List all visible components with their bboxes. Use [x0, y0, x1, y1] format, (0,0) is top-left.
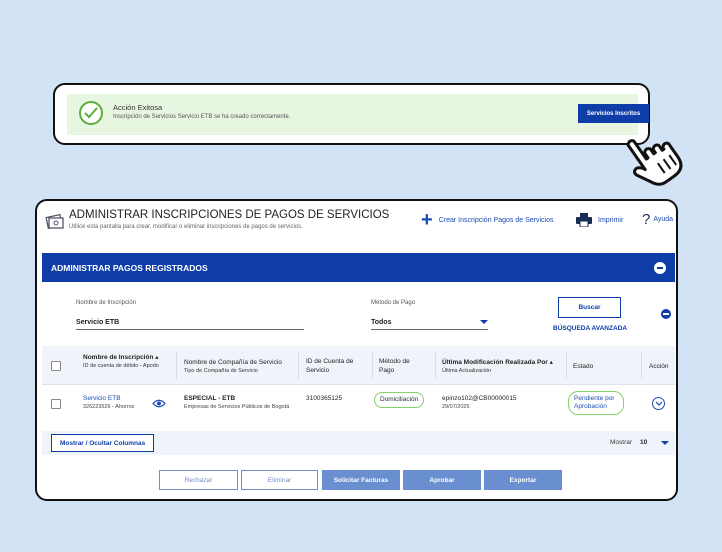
table-footer: Mostrar / Ocultar Columnas Mostrar 10: [42, 431, 675, 455]
servicios-inscritos-button[interactable]: Servicios Inscritos: [578, 104, 649, 123]
check-circle-icon: [79, 101, 103, 125]
section-title: ADMINISTRAR PAGOS REGISTRADOS: [51, 262, 208, 273]
col-header-name[interactable]: Nombre de Inscripción ▴ ID de cuenta de …: [83, 353, 175, 371]
help-label: Ayuda: [653, 216, 674, 223]
bill-stack-icon: [45, 213, 64, 230]
col-separator: [372, 352, 373, 379]
table-header: Nombre de Inscripción ▴ ID de cuenta de …: [42, 346, 675, 385]
filter-panel: Nombre de Inscripción Servicio ETB Métod…: [42, 282, 675, 346]
col-separator: [641, 352, 642, 379]
method-filter-underline: [371, 329, 488, 330]
success-banner: Acción Exitosa Inscripción de Servicios …: [67, 94, 649, 135]
eye-icon[interactable]: [152, 399, 166, 408]
col-header-modified-sub: Última Actualización: [442, 368, 492, 374]
banner-message: Inscripción de Servicios Servicio ETB se…: [113, 114, 291, 120]
col-header-method[interactable]: Método de Pago: [379, 357, 419, 375]
row-status-badge: Pendiente por Aprobación: [568, 391, 624, 415]
page-size-label: Mostrar: [610, 439, 633, 446]
chevron-down-icon[interactable]: [661, 441, 669, 445]
col-separator: [176, 352, 177, 379]
banner-title: Acción Exitosa: [113, 103, 163, 112]
approve-button[interactable]: Aprobar: [403, 470, 481, 490]
col-header-company-sub: Tipo de Compañía de Servicio: [184, 368, 258, 374]
col-header-name-label: Nombre de Inscripción: [83, 354, 154, 361]
advanced-search-link[interactable]: BÚSQUEDA AVANZADA: [553, 325, 627, 332]
name-filter-input[interactable]: Servicio ETB: [76, 319, 119, 326]
select-all-checkbox[interactable]: [51, 361, 61, 371]
page-title: ADMINISTRAR INSCRIPCIONES DE PAGOS DE SE…: [69, 209, 390, 221]
chevron-down-icon[interactable]: [480, 320, 488, 324]
reject-button[interactable]: Rechazar: [159, 470, 238, 490]
page-size-select[interactable]: 10: [640, 439, 647, 446]
hand-pointer-icon: [626, 139, 683, 186]
row-debit-account: 326223526 - Ahorros: [83, 404, 135, 410]
row-method-badge: Domiciliación: [374, 392, 425, 408]
col-header-company[interactable]: Nombre de Compañía de Servicio Tipo de C…: [184, 358, 296, 376]
section-header: ADMINISTRAR PAGOS REGISTRADOS: [42, 253, 675, 282]
row-modified-cell: epinzo102@CB00000015 29/07/2025: [442, 395, 517, 411]
main-card: ADMINISTRAR INSCRIPCIONES DE PAGOS DE SE…: [35, 199, 678, 501]
method-filter-label: Método de Pago: [371, 300, 416, 306]
create-inscription-link[interactable]: + Crear Inscripción Pagos de Servicios: [421, 209, 554, 231]
row-checkbox[interactable]: [51, 399, 61, 409]
print-link[interactable]: Imprimir: [576, 213, 623, 227]
row-company: ESPECIAL - ETB: [184, 395, 236, 402]
name-filter-underline: [76, 329, 304, 330]
search-button[interactable]: Buscar: [558, 297, 621, 318]
table-row: Servicio ETB 326223526 - Ahorros ESPECIA…: [42, 385, 675, 431]
col-header-action: Acción: [649, 363, 669, 370]
plus-icon: +: [421, 209, 433, 231]
printer-icon: [576, 213, 592, 227]
col-header-account[interactable]: ID de Cuenta de Servicio: [306, 357, 366, 375]
page-subtitle: Utilice esta pantalla para crear, modifi…: [69, 224, 303, 230]
request-invoices-button[interactable]: Solicitar Facturas: [322, 470, 400, 490]
collapse-filters-icon[interactable]: [661, 309, 671, 319]
toggle-columns-button[interactable]: Mostrar / Ocultar Columnas: [51, 434, 155, 452]
name-filter-label: Nombre de Inscripción: [76, 300, 137, 306]
col-header-modified-label: Última Modificación Realizada Por: [442, 359, 548, 366]
collapse-section-icon[interactable]: [654, 262, 666, 274]
row-company-type: Empresas de Servicios Públicos de Bogotá: [184, 404, 290, 410]
col-separator: [298, 352, 299, 379]
row-name-link[interactable]: Servicio ETB: [83, 395, 121, 402]
question-icon: ?: [642, 211, 651, 228]
method-filter-select[interactable]: Todos: [371, 319, 391, 326]
row-name-cell: Servicio ETB 326223526 - Ahorros: [83, 395, 134, 411]
col-header-name-sub: ID de cuenta de débito - Apodo: [83, 363, 159, 369]
col-header-modified[interactable]: Última Modificación Realizada Por ▴ Últi…: [442, 358, 562, 376]
col-header-company-label: Nombre de Compañía de Servicio: [184, 359, 282, 366]
help-link[interactable]: ? Ayuda: [642, 211, 673, 228]
row-modified-date: 29/07/2025: [442, 404, 470, 410]
row-account-id: 3100365125: [306, 395, 343, 402]
col-header-status[interactable]: Estado: [573, 362, 593, 371]
export-button[interactable]: Exportar: [484, 470, 562, 490]
col-separator: [566, 352, 567, 379]
delete-button[interactable]: Eliminar: [241, 470, 318, 490]
expand-row-button[interactable]: [652, 397, 665, 410]
row-modified-by: epinzo102@CB00000015: [442, 395, 517, 402]
print-label: Imprimir: [598, 216, 624, 224]
success-banner-frame: Acción Exitosa Inscripción de Servicios …: [53, 83, 650, 145]
row-company-cell: ESPECIAL - ETB Empresas de Servicios Púb…: [184, 395, 294, 411]
create-inscription-label: Crear Inscripción Pagos de Servicios: [438, 216, 554, 224]
chevron-down-icon: [655, 401, 663, 406]
col-separator: [435, 352, 436, 379]
